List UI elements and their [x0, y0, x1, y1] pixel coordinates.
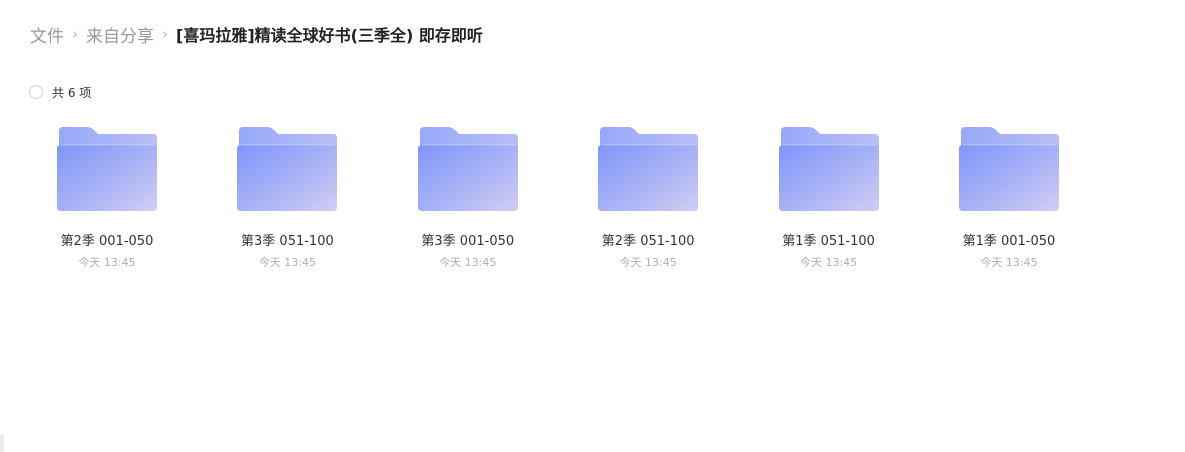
folder-item[interactable]: 第2季 051-100 今天 13:45 — [588, 125, 708, 270]
folder-icon — [236, 126, 338, 212]
folder-icon — [597, 126, 699, 212]
breadcrumb-current-folder: [喜玛拉雅]精读全球好书(三季全) 即存即听 — [176, 26, 483, 45]
folder-time: 今天 13:45 — [619, 256, 677, 269]
select-all-checkbox[interactable] — [29, 85, 43, 99]
chevron-right-icon: › — [162, 25, 168, 43]
item-count: 共 6 项 — [52, 85, 92, 100]
folder-name: 第2季 051-100 — [601, 234, 695, 249]
folder-item[interactable]: 第3季 001-050 今天 13:45 — [408, 125, 528, 270]
breadcrumb-item-shared[interactable]: 来自分享 — [86, 22, 154, 47]
breadcrumb: 文件 › 来自分享 › [喜玛拉雅]精读全球好书(三季全) 即存即听 — [30, 20, 483, 48]
file-browser-page: 文件 › 来自分享 › [喜玛拉雅]精读全球好书(三季全) 即存即听 共 6 项… — [0, 0, 1185, 452]
folder-item[interactable]: 第1季 001-050 今天 13:45 — [949, 125, 1069, 270]
folder-name: 第3季 001-050 — [421, 234, 515, 249]
chevron-right-icon: › — [72, 25, 78, 43]
folder-icon — [958, 126, 1060, 212]
folder-icon — [778, 126, 880, 212]
folder-name: 第1季 051-100 — [782, 234, 875, 249]
folder-time: 今天 13:45 — [980, 256, 1038, 269]
folder-icon — [56, 126, 158, 212]
folder-item[interactable]: 第1季 051-100 今天 13:45 — [769, 125, 889, 270]
folder-name: 第1季 001-050 — [962, 234, 1056, 249]
folder-item[interactable]: 第2季 001-050 今天 13:45 — [47, 125, 167, 270]
breadcrumb-item-files[interactable]: 文件 — [30, 22, 64, 47]
folder-time: 今天 13:45 — [78, 256, 136, 269]
folder-name: 第3季 051-100 — [241, 234, 334, 249]
select-all-row: 共 6 项 — [29, 82, 91, 102]
folder-icon — [417, 126, 519, 212]
folder-item[interactable]: 第3季 051-100 今天 13:45 — [227, 125, 347, 270]
corner-edge — [0, 434, 4, 452]
folder-time: 今天 13:45 — [258, 256, 316, 269]
folder-time: 今天 13:45 — [439, 256, 497, 269]
folder-time: 今天 13:45 — [799, 256, 858, 269]
file-grid: 第2季 001-050 今天 13:45 第3季 051-100 今天 13:4… — [47, 125, 1129, 270]
folder-name: 第2季 001-050 — [60, 234, 154, 249]
